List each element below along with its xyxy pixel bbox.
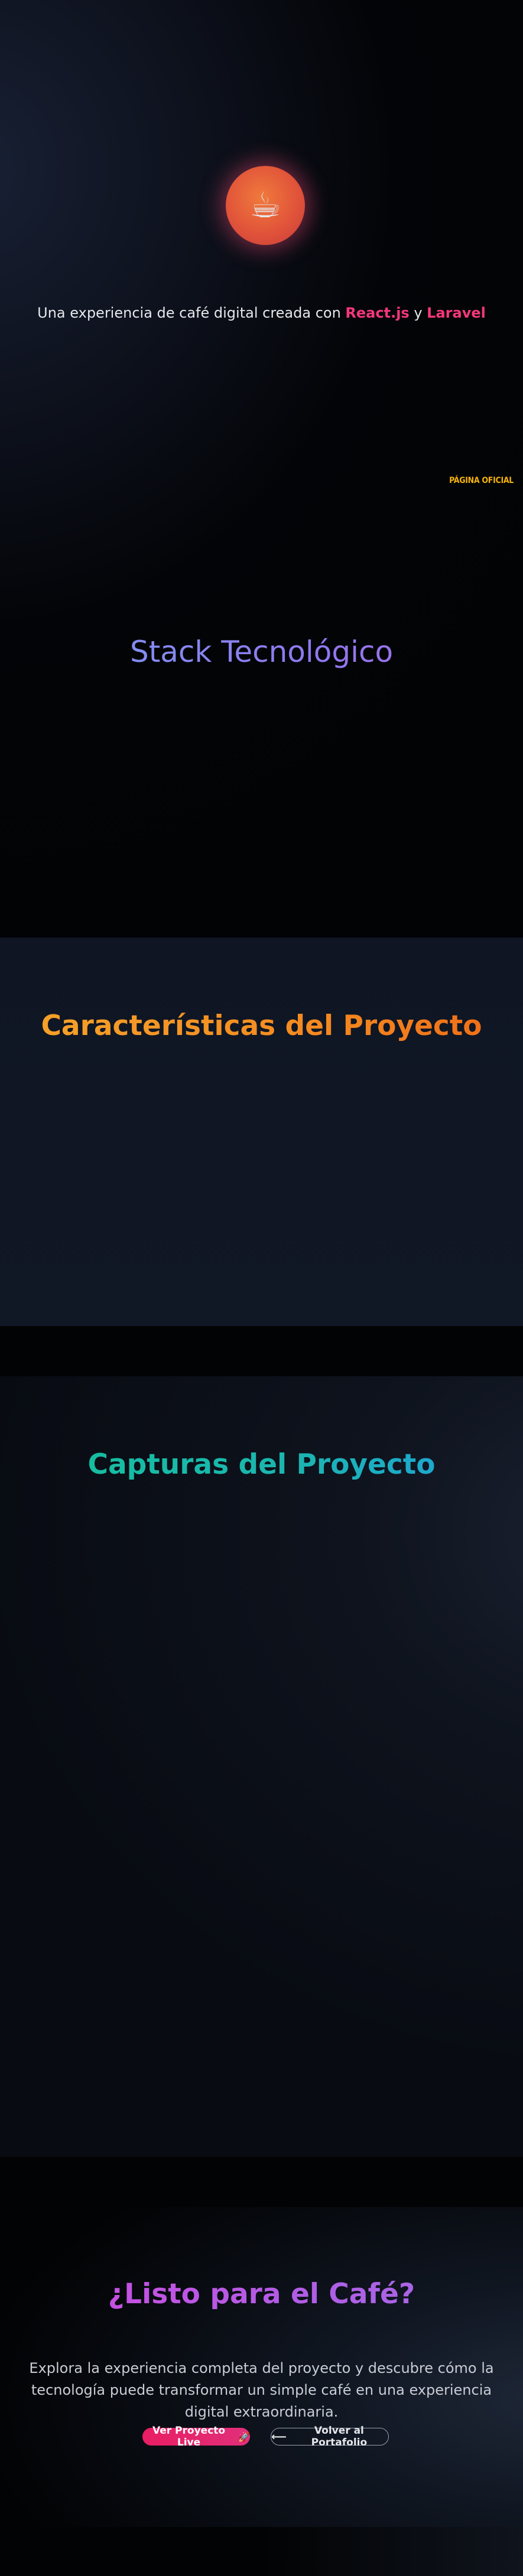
tech-react: React.js [345,305,410,321]
section-divider [0,2157,523,2207]
features-section: Características del Proyecto [0,938,523,1326]
screenshots-section: Capturas del Proyecto [0,1376,523,2157]
arrow-left-icon: ⟵ [271,2430,287,2443]
hero-section: ☕ Una experiencia de café digital creada… [0,0,523,938]
section-divider [0,1326,523,1376]
screenshots-title: Capturas del Proyecto [0,1448,523,1481]
features-title: Características del Proyecto [0,1010,523,1042]
view-live-project-button[interactable]: Ver Proyecto Live 🚀 [142,2425,250,2448]
page-footer [0,2527,523,2576]
cta-section: ¿Listo para el Café? Explora la experien… [0,2207,523,2527]
hero-subtitle-conjunction: y [409,305,427,321]
hero-subtitle: Una experiencia de café digital creada c… [0,305,523,321]
coffee-cup-icon: ☕ [249,185,281,226]
rocket-icon: 🚀 [238,2431,250,2443]
view-live-project-label: Ver Proyecto Live [152,2425,226,2448]
back-to-portfolio-label: Volver al Portafolio [311,2425,368,2448]
cta-description: Explora la experiencia completa del proy… [29,2360,494,2420]
tech-laravel: Laravel [427,305,486,321]
hero-subtitle-prefix: Una experiencia de café digital creada c… [37,305,346,321]
cta-buttons: Ver Proyecto Live 🚀 ⟵ Volver al Portafol… [0,2425,523,2448]
back-to-portfolio-button[interactable]: ⟵ Volver al Portafolio [271,2425,389,2448]
cta-title: ¿Listo para el Café? [0,2278,523,2310]
official-page-link[interactable]: PÁGINA OFICIAL [449,476,514,485]
stack-title: Stack Tecnológico [0,635,523,669]
coffee-logo: ☕ [226,166,305,245]
